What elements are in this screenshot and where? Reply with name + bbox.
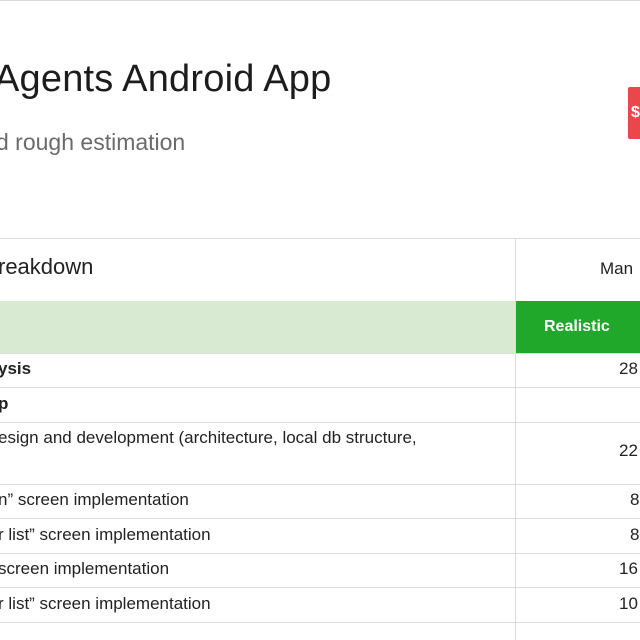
- table-top-border: [0, 238, 640, 239]
- column-header-man: Man: [600, 259, 634, 278]
- red-badge: $: [628, 87, 640, 139]
- table-row-value: 28: [619, 359, 638, 378]
- column-divider: [515, 238, 516, 640]
- top-divider: [0, 0, 640, 1]
- table-row-label: screen implementation: [0, 559, 170, 578]
- realistic-header-cell: Realistic: [516, 301, 640, 353]
- row-divider: [0, 353, 640, 354]
- row-divider: [0, 387, 640, 388]
- table-row-value: 8: [630, 525, 640, 544]
- document-subtitle: d rough estimation: [0, 129, 186, 155]
- row-divider: [0, 622, 640, 623]
- row-divider: [0, 518, 640, 519]
- table-row-label: r list” screen implementation: [0, 525, 211, 544]
- row-divider: [0, 484, 640, 485]
- document-title: Agents Android App: [0, 58, 332, 100]
- table-section-title: reakdown: [0, 254, 94, 279]
- table-row-label: n” screen implementation: [0, 490, 189, 509]
- table-row-label: p: [0, 394, 9, 413]
- table-row-label: r list” screen implementation: [0, 594, 211, 613]
- table-row-value: 8: [630, 490, 640, 509]
- table-row-value: 16: [619, 559, 638, 578]
- realistic-label: Realistic: [544, 318, 610, 335]
- row-divider: [0, 422, 640, 423]
- table-row-label: ysis: [0, 359, 32, 378]
- table-row-value: 10: [619, 594, 638, 613]
- badge-text: $: [631, 104, 640, 121]
- table-row-value: 22: [619, 441, 638, 460]
- header-band: [0, 301, 515, 353]
- row-divider: [0, 553, 640, 554]
- table-row-label: esign and development (architecture, loc…: [0, 428, 417, 447]
- row-divider: [0, 587, 640, 588]
